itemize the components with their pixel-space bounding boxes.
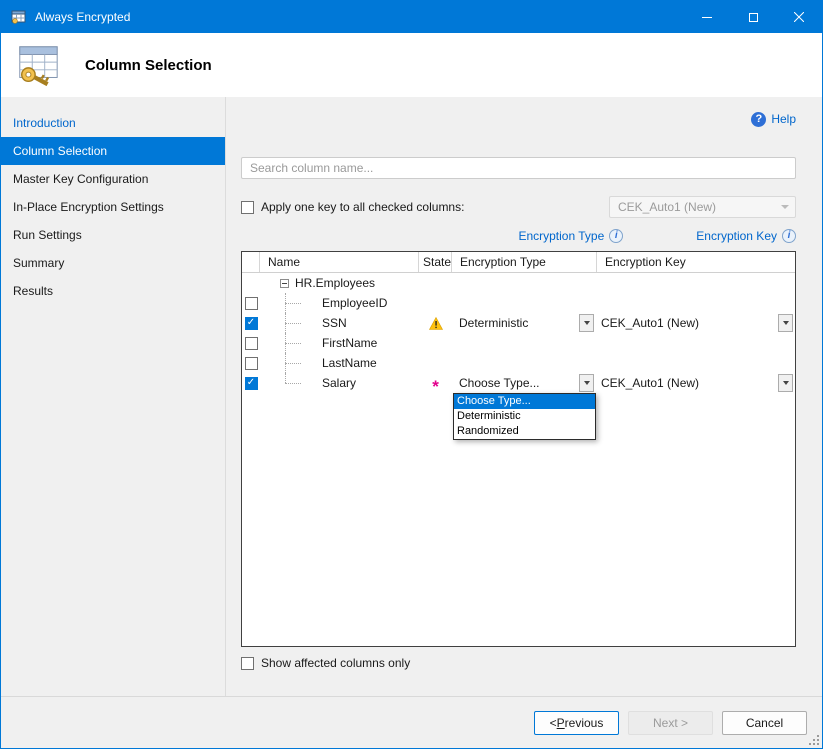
table-row: Salary * Choose Type... CEK_Auto1 (New) xyxy=(242,373,795,393)
chevron-down-icon xyxy=(584,321,590,325)
tree-connector xyxy=(260,293,318,313)
checkbox-cell xyxy=(242,273,260,293)
chevron-down-icon xyxy=(783,381,789,385)
next-button: Next > xyxy=(628,711,713,735)
row-checkbox[interactable] xyxy=(245,317,258,330)
columns-grid: Name State Encryption Type Encryption Ke… xyxy=(241,251,796,647)
column-name: FirstName xyxy=(322,336,377,350)
column-name: Salary xyxy=(322,376,356,390)
search-input[interactable] xyxy=(241,157,796,179)
previous-accesskey: P xyxy=(557,716,565,730)
minimize-button[interactable] xyxy=(684,1,730,33)
maximize-icon xyxy=(749,13,758,22)
sidebar-item-in-place-encryption-settings[interactable]: In-Place Encryption Settings xyxy=(1,193,225,221)
table-group-label: HR.Employees xyxy=(295,276,375,290)
close-button[interactable] xyxy=(776,1,822,33)
footer-bar: < Previous Next > Cancel xyxy=(1,696,822,748)
minimize-icon xyxy=(702,17,712,18)
encryption-key-combo-button[interactable] xyxy=(778,374,793,392)
encryption-key-link[interactable]: Encryption Key xyxy=(696,229,777,243)
encryption-key-value: CEK_Auto1 (New) xyxy=(601,376,699,390)
show-affected-checkbox[interactable] xyxy=(241,657,254,670)
encryption-key-combo-button[interactable] xyxy=(778,314,793,332)
encryption-type-dropdown: Choose Type... Deterministic Randomized xyxy=(453,393,596,440)
row-checkbox[interactable] xyxy=(245,357,258,370)
encryption-type-combo-button[interactable] xyxy=(579,374,594,392)
header-encryption-type: Encryption Type xyxy=(452,252,597,272)
window-title: Always Encrypted xyxy=(35,10,130,24)
help-link[interactable]: Help xyxy=(771,112,796,126)
encryption-type-value: Deterministic xyxy=(459,316,528,330)
help-icon: ? xyxy=(751,112,766,127)
page-title: Column Selection xyxy=(85,57,212,74)
encryption-key-info-icon[interactable]: i xyxy=(782,229,796,243)
dropdown-option-choose-type[interactable]: Choose Type... xyxy=(454,394,595,409)
previous-button[interactable]: < Previous xyxy=(534,711,619,735)
resize-grip-icon[interactable] xyxy=(807,733,819,745)
row-checkbox[interactable] xyxy=(245,337,258,350)
tree-connector xyxy=(260,373,318,393)
show-affected-label: Show affected columns only xyxy=(261,656,410,670)
header-encryption-key: Encryption Key xyxy=(597,252,795,272)
chevron-down-icon xyxy=(584,381,590,385)
chevron-down-icon xyxy=(783,321,789,325)
close-icon xyxy=(794,12,804,22)
app-icon xyxy=(11,9,27,25)
header-state: State xyxy=(419,252,452,272)
row-checkbox[interactable] xyxy=(245,297,258,310)
maximize-button[interactable] xyxy=(730,1,776,33)
sidebar-item-master-key-configuration[interactable]: Master Key Configuration xyxy=(1,165,225,193)
row-checkbox[interactable] xyxy=(245,377,258,390)
previous-prefix: < xyxy=(550,716,557,730)
sidebar-item-run-settings[interactable]: Run Settings xyxy=(1,221,225,249)
tree-collapse-toggle[interactable] xyxy=(280,279,289,288)
sidebar-item-introduction[interactable]: Introduction xyxy=(1,109,225,137)
table-row: EmployeeID xyxy=(242,293,795,313)
dropdown-option-randomized[interactable]: Randomized xyxy=(454,424,595,439)
encryption-type-link[interactable]: Encryption Type xyxy=(518,229,604,243)
encryption-type-value: Choose Type... xyxy=(459,376,540,390)
encryption-type-info-icon[interactable]: i xyxy=(609,229,623,243)
header-name: Name xyxy=(260,252,419,272)
apply-key-value: CEK_Auto1 (New) xyxy=(618,200,716,214)
column-name: SSN xyxy=(322,316,347,330)
always-encrypted-window: Always Encrypted Column Selection xyxy=(0,0,823,749)
wizard-sidebar: Introduction Column Selection Master Key… xyxy=(1,97,226,696)
sidebar-item-results[interactable]: Results xyxy=(1,277,225,305)
warning-icon xyxy=(429,317,443,330)
required-asterisk-icon: * xyxy=(432,377,439,397)
tree-connector xyxy=(260,313,318,333)
table-row: LastName xyxy=(242,353,795,373)
table-row-group: HR.Employees xyxy=(242,273,795,293)
table-row: FirstName xyxy=(242,333,795,353)
column-selection-icon xyxy=(15,42,61,88)
apply-key-combobox: CEK_Auto1 (New) xyxy=(609,196,796,218)
encryption-key-value: CEK_Auto1 (New) xyxy=(601,316,699,330)
column-name: LastName xyxy=(322,356,377,370)
tree-connector xyxy=(260,333,318,353)
previous-rest: revious xyxy=(565,716,604,730)
tree-connector xyxy=(260,353,318,373)
cancel-button[interactable]: Cancel xyxy=(722,711,807,735)
page-header: Column Selection xyxy=(1,33,822,97)
header-checkbox-column xyxy=(242,252,260,272)
sidebar-item-summary[interactable]: Summary xyxy=(1,249,225,277)
dropdown-option-deterministic[interactable]: Deterministic xyxy=(454,409,595,424)
main-content: ? Help Apply one key to all checked colu… xyxy=(226,97,822,696)
chevron-down-icon xyxy=(781,205,789,209)
apply-one-key-label: Apply one key to all checked columns: xyxy=(261,200,464,214)
column-name: EmployeeID xyxy=(322,296,387,310)
grid-header: Name State Encryption Type Encryption Ke… xyxy=(242,252,795,273)
sidebar-item-column-selection[interactable]: Column Selection xyxy=(1,137,225,165)
encryption-type-combo-button[interactable] xyxy=(579,314,594,332)
titlebar: Always Encrypted xyxy=(1,1,822,33)
apply-one-key-checkbox[interactable] xyxy=(241,201,254,214)
table-row: SSN Deterministic CEK_Auto xyxy=(242,313,795,333)
